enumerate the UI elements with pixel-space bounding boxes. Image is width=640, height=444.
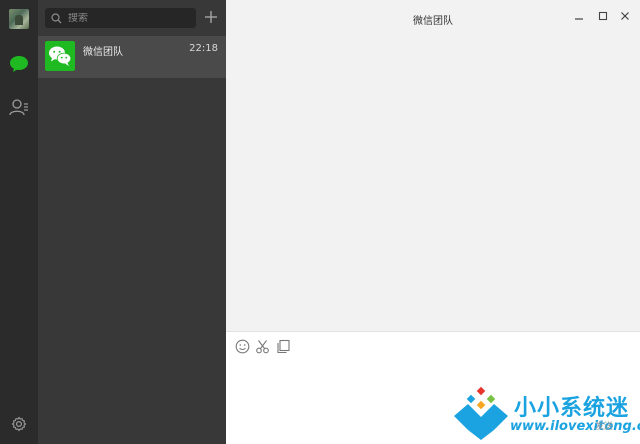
plus-icon [205, 11, 217, 23]
chat-bubble-icon [10, 56, 28, 72]
user-avatar[interactable] [9, 9, 29, 29]
wechat-window: 微信团队 22:18 微信团队 [0, 0, 640, 444]
contacts-icon [9, 99, 28, 116]
settings-gear-icon [11, 416, 27, 432]
emoji-button[interactable] [234, 338, 250, 354]
screenshot-button[interactable] [254, 338, 270, 354]
chat-area: 微信团队 [226, 0, 640, 444]
nav-chat-button[interactable] [8, 53, 30, 75]
search-icon [51, 12, 63, 24]
close-icon [621, 12, 629, 20]
minimize-button[interactable] [572, 9, 586, 23]
conversation-time: 22:18 [189, 43, 218, 54]
conversation-item[interactable]: 微信团队 22:18 [38, 36, 226, 78]
close-button[interactable] [618, 9, 632, 23]
watermark-logo-icon [454, 386, 508, 440]
add-chat-button[interactable] [203, 9, 219, 25]
settings-button[interactable] [9, 414, 29, 434]
watermark-url: www.ilovexitong.com [510, 419, 640, 434]
maximize-button[interactable] [596, 9, 610, 23]
left-rail [0, 0, 38, 444]
send-button[interactable]: 发送 [588, 420, 620, 434]
maximize-icon [598, 11, 608, 21]
minimize-icon [575, 18, 583, 20]
file-icon [276, 339, 290, 353]
conversation-list-panel: 微信团队 22:18 [38, 0, 226, 444]
scissors-icon [255, 339, 269, 353]
search-box[interactable] [45, 8, 196, 28]
send-file-button[interactable] [275, 338, 291, 354]
wechat-logo-icon [49, 46, 72, 66]
search-input[interactable] [68, 12, 188, 24]
emoji-icon [235, 339, 249, 353]
conversation-avatar [45, 41, 75, 71]
watermark-name: 小小系统迷 [514, 396, 630, 421]
conversation-name: 微信团队 [83, 47, 123, 58]
nav-contacts-button[interactable] [8, 96, 30, 118]
